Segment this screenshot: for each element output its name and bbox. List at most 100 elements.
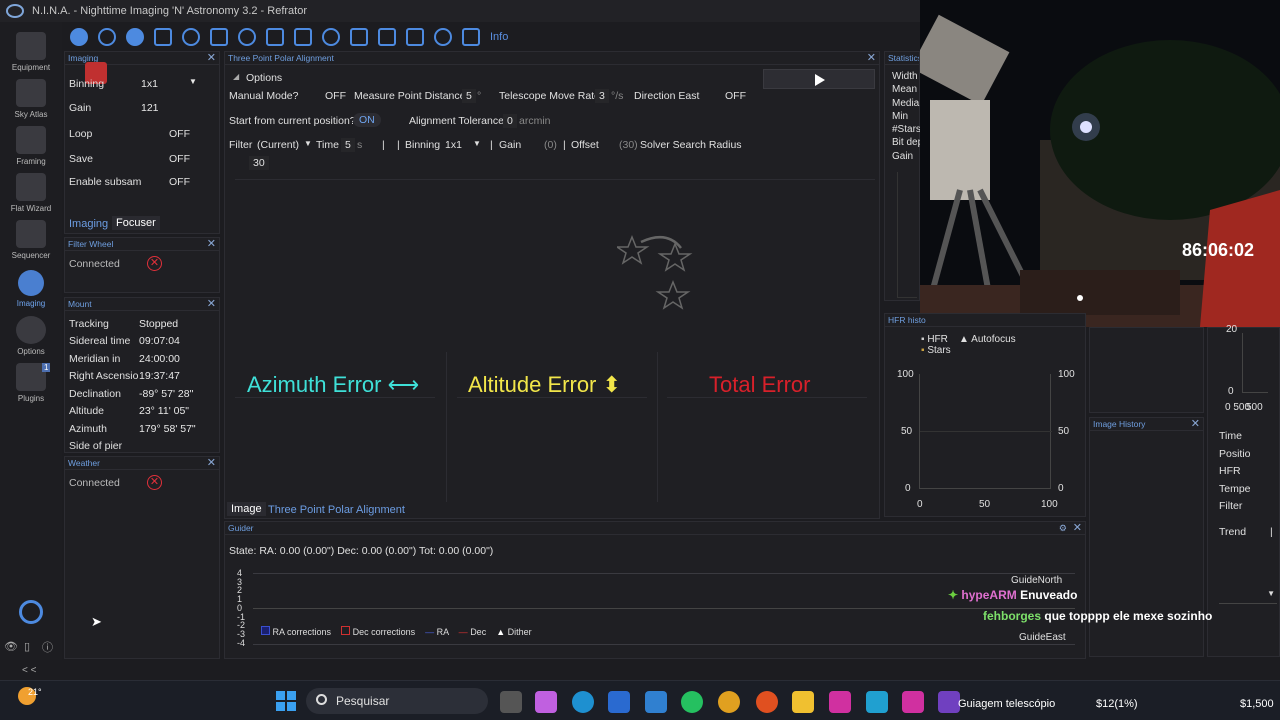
legend-swatch: ▪ (921, 345, 925, 356)
tolerance-input[interactable]: 0 (503, 114, 517, 128)
close-icon[interactable]: ✕ (207, 298, 216, 310)
close-icon[interactable]: ✕ (867, 52, 876, 64)
start-button[interactable] (763, 69, 875, 89)
task-view-icon[interactable] (500, 691, 522, 713)
options-toggle[interactable]: Options (246, 72, 282, 84)
mount-value: 179° 58' 57" (139, 423, 196, 435)
house-icon[interactable] (350, 28, 368, 46)
filter-wheel-icon[interactable] (98, 28, 116, 46)
close-icon[interactable]: ✕ (1073, 522, 1082, 534)
folder-icon[interactable] (792, 691, 814, 713)
list-icon[interactable] (266, 28, 284, 46)
manual-mode-toggle[interactable]: OFF (325, 90, 346, 102)
nav-equipment[interactable]: Equipment (0, 32, 62, 72)
divider (667, 397, 867, 398)
gain-input[interactable]: (0) (544, 139, 557, 151)
save-toggle[interactable]: OFF (169, 153, 190, 165)
nina-app-icon[interactable] (938, 691, 960, 713)
shield-icon[interactable] (462, 28, 480, 46)
options-chevron-icon[interactable]: ◢ (233, 72, 239, 81)
filter-select[interactable]: (Current) (257, 139, 299, 151)
loop-toggle[interactable]: OFF (169, 128, 190, 140)
gear-icon (16, 316, 46, 344)
loading-stars-icon (617, 234, 693, 310)
measure-point-input[interactable]: 5 (462, 89, 476, 103)
power-icon[interactable] (19, 600, 43, 624)
search-box[interactable]: Pesquisar (306, 688, 488, 714)
move-rate-input[interactable]: 3 (595, 89, 609, 103)
target-icon[interactable] (238, 28, 256, 46)
info-icon[interactable]: ⓘ (42, 639, 53, 655)
toolbar: Info (66, 24, 920, 50)
chevron-down-icon[interactable]: ▼ (189, 77, 197, 86)
whatsapp-icon[interactable] (681, 691, 703, 713)
binning-select[interactable]: 1x1 (445, 139, 462, 151)
offset-input[interactable]: (30) (619, 139, 638, 151)
close-icon[interactable]: ✕ (207, 457, 216, 469)
save-label: Save (69, 153, 93, 165)
eye-icon[interactable]: 👁 (4, 640, 18, 653)
separator: | (490, 139, 493, 151)
app-icon[interactable] (829, 691, 851, 713)
info-button[interactable]: Info (490, 31, 508, 43)
tab-imaging[interactable]: Imaging (69, 218, 108, 230)
time-input[interactable]: 5 (341, 138, 355, 152)
book-icon[interactable]: ▯ (24, 640, 30, 653)
dome-icon[interactable] (322, 28, 340, 46)
mount-icon[interactable] (210, 28, 228, 46)
stock-ticker: $12(1%) (1096, 698, 1138, 710)
mount-value: 23° 11' 05" (139, 405, 190, 417)
active-app-title[interactable]: Guiagem telescópio (958, 698, 1055, 710)
side-panel (1089, 327, 1204, 413)
close-icon[interactable]: ✕ (207, 238, 216, 250)
separator: | (382, 139, 385, 151)
mount-panel: Mount ✕ Tracking Stopped Sidereal time 09:0… (64, 297, 220, 453)
focuser-icon[interactable] (126, 28, 144, 46)
nav-imaging[interactable]: Imaging (0, 270, 62, 308)
edge-icon[interactable] (572, 691, 594, 713)
windows-start-icon[interactable] (276, 691, 296, 711)
refresh-icon[interactable] (182, 28, 200, 46)
subsample-toggle[interactable]: OFF (169, 176, 190, 188)
close-icon[interactable]: ✕ (1191, 418, 1200, 430)
app-icon[interactable] (866, 691, 888, 713)
rotator-icon[interactable] (154, 28, 172, 46)
settings-icon[interactable]: ⚙ (1059, 522, 1067, 534)
office-icon[interactable] (756, 691, 778, 713)
sliders-icon[interactable] (294, 28, 312, 46)
bar-chart-icon[interactable] (378, 28, 396, 46)
nav-options[interactable]: Options (0, 316, 62, 356)
chevron-down-icon[interactable]: ▼ (473, 139, 481, 148)
store-icon[interactable] (608, 691, 630, 713)
bulb-icon[interactable] (434, 28, 452, 46)
nav-sky-atlas[interactable]: Sky Atlas (0, 79, 62, 119)
direction-east-toggle[interactable]: OFF (725, 90, 746, 102)
chevron-down-icon[interactable]: ▼ (1267, 589, 1275, 598)
line-chart-icon[interactable] (406, 28, 424, 46)
gain-input[interactable]: 121 (141, 102, 159, 114)
tab-image[interactable]: Image (227, 502, 266, 516)
nav-flat-wizard[interactable]: Flat Wizard (0, 173, 62, 213)
tab-focuser[interactable]: Focuser (112, 216, 160, 230)
chrome-icon[interactable] (718, 691, 740, 713)
nav-plugins[interactable]: Plugins 1 (0, 363, 62, 403)
solver-radius-input[interactable]: 30 (249, 156, 269, 170)
nav-sequencer[interactable]: Sequencer (0, 220, 62, 260)
dropdown[interactable]: ▼ (1219, 586, 1277, 604)
camera-icon[interactable] (70, 28, 88, 46)
sequencer-icon (16, 220, 46, 248)
start-current-toggle[interactable]: ON (353, 113, 381, 127)
weather-header: Weather ✕ (65, 457, 219, 470)
nav-framing[interactable]: Framing (0, 126, 62, 166)
chevron-down-icon[interactable]: ▼ (304, 139, 312, 148)
app-icon[interactable] (645, 691, 667, 713)
panel-title: Statistics (888, 53, 919, 63)
legend-swatch: — (425, 627, 435, 637)
gridline (920, 431, 1052, 432)
collapse-button[interactable]: < < (22, 665, 36, 676)
app-icon[interactable] (902, 691, 924, 713)
tab-tppa[interactable]: Three Point Polar Alignment (268, 504, 405, 516)
copilot-icon[interactable] (535, 691, 557, 713)
close-icon[interactable]: ✕ (207, 52, 216, 64)
binning-select[interactable]: 1x1 (141, 78, 158, 90)
